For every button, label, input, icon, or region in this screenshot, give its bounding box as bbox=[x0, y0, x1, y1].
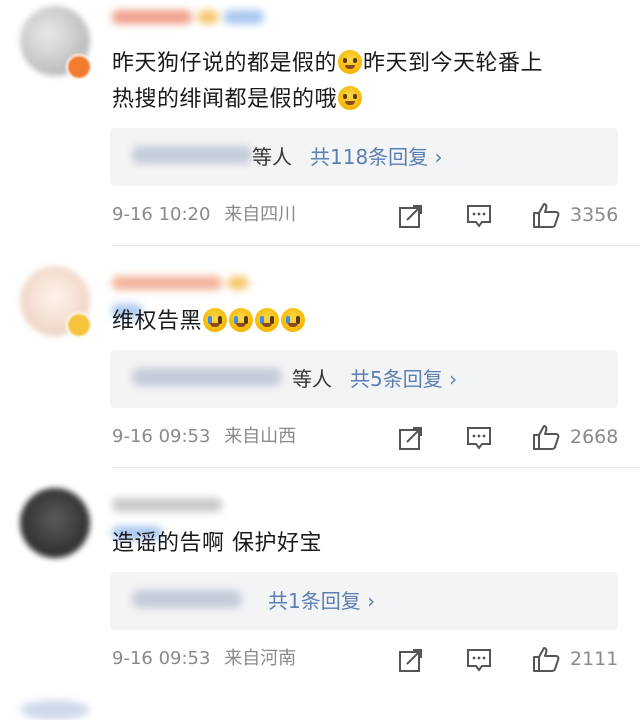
verified-badge-icon bbox=[66, 54, 92, 80]
reply-preview[interactable]: 共1条回复 › bbox=[110, 572, 618, 630]
share-icon[interactable] bbox=[398, 203, 424, 229]
reply-suffix: 等人 bbox=[292, 367, 332, 391]
comment-meta: 9-16 09:53 来自河南 bbox=[112, 644, 296, 674]
comment-icon[interactable] bbox=[466, 203, 492, 229]
reply-count-link[interactable]: 共1条回复 › bbox=[268, 572, 375, 630]
username[interactable] bbox=[112, 0, 272, 34]
location: 来自山西 bbox=[224, 426, 297, 447]
like-count: 3356 bbox=[570, 204, 619, 226]
thumbs-up-icon[interactable] bbox=[532, 201, 560, 229]
emoji-icon bbox=[338, 86, 363, 110]
comment-item: 造谣的告啊 保护好宝 共1条回复 › 9-16 09:53 来自河南 2111 bbox=[0, 488, 640, 710]
like-count: 2668 bbox=[570, 426, 619, 448]
comment-text: 造谣的告啊 保护好宝 bbox=[112, 531, 322, 556]
comment-text: 昨天狗仔说的都是假的 昨天到今天轮番上 热搜的绯闻都是假的哦 bbox=[112, 50, 544, 112]
reply-usernames bbox=[132, 590, 242, 608]
verified-badge-icon bbox=[66, 312, 92, 338]
reply-preview[interactable]: 等人 共118条回复 › bbox=[110, 128, 618, 186]
reply-usernames bbox=[132, 146, 252, 164]
comment-icon[interactable] bbox=[466, 647, 492, 673]
reply-count-link[interactable]: 共5条回复 › bbox=[350, 350, 457, 408]
timestamp: 9-16 10:20 bbox=[112, 204, 211, 225]
divider bbox=[112, 467, 640, 468]
comment-icon[interactable] bbox=[466, 425, 492, 451]
next-comment-hint bbox=[20, 700, 90, 720]
avatar[interactable] bbox=[20, 488, 90, 558]
reply-usernames bbox=[132, 368, 282, 386]
username[interactable] bbox=[112, 488, 272, 540]
reply-preview[interactable]: 等人 共5条回复 › bbox=[110, 350, 618, 408]
comment-text: 维权告黑 bbox=[112, 304, 632, 340]
crying-emoji-icon bbox=[281, 308, 306, 332]
location: 来自四川 bbox=[224, 204, 297, 225]
timestamp: 9-16 09:53 bbox=[112, 648, 211, 669]
divider bbox=[112, 245, 640, 246]
comment-meta: 9-16 10:20 来自四川 bbox=[112, 200, 296, 230]
reply-count-link[interactable]: 共118条回复 › bbox=[310, 128, 443, 186]
location: 来自河南 bbox=[224, 648, 297, 669]
share-icon[interactable] bbox=[398, 425, 424, 451]
crying-emoji-icon bbox=[203, 308, 228, 332]
emoji-icon bbox=[338, 50, 363, 74]
crying-emoji-icon bbox=[255, 308, 280, 332]
timestamp: 9-16 09:53 bbox=[112, 426, 211, 447]
reply-suffix: 等人 bbox=[252, 145, 292, 169]
comment-meta: 9-16 09:53 来自山西 bbox=[112, 422, 296, 452]
thumbs-up-icon[interactable] bbox=[532, 423, 560, 451]
comment-item: 维权告黑 等人 共5条回复 › 9-16 09:53 来自山西 2668 bbox=[0, 266, 640, 488]
like-count: 2111 bbox=[570, 648, 619, 670]
comment-item: 昨天狗仔说的都是假的 昨天到今天轮番上 热搜的绯闻都是假的哦 等人 共118条回复… bbox=[0, 0, 640, 246]
share-icon[interactable] bbox=[398, 647, 424, 673]
username[interactable] bbox=[112, 266, 272, 318]
crying-emoji-icon bbox=[229, 308, 254, 332]
thumbs-up-icon[interactable] bbox=[532, 645, 560, 673]
